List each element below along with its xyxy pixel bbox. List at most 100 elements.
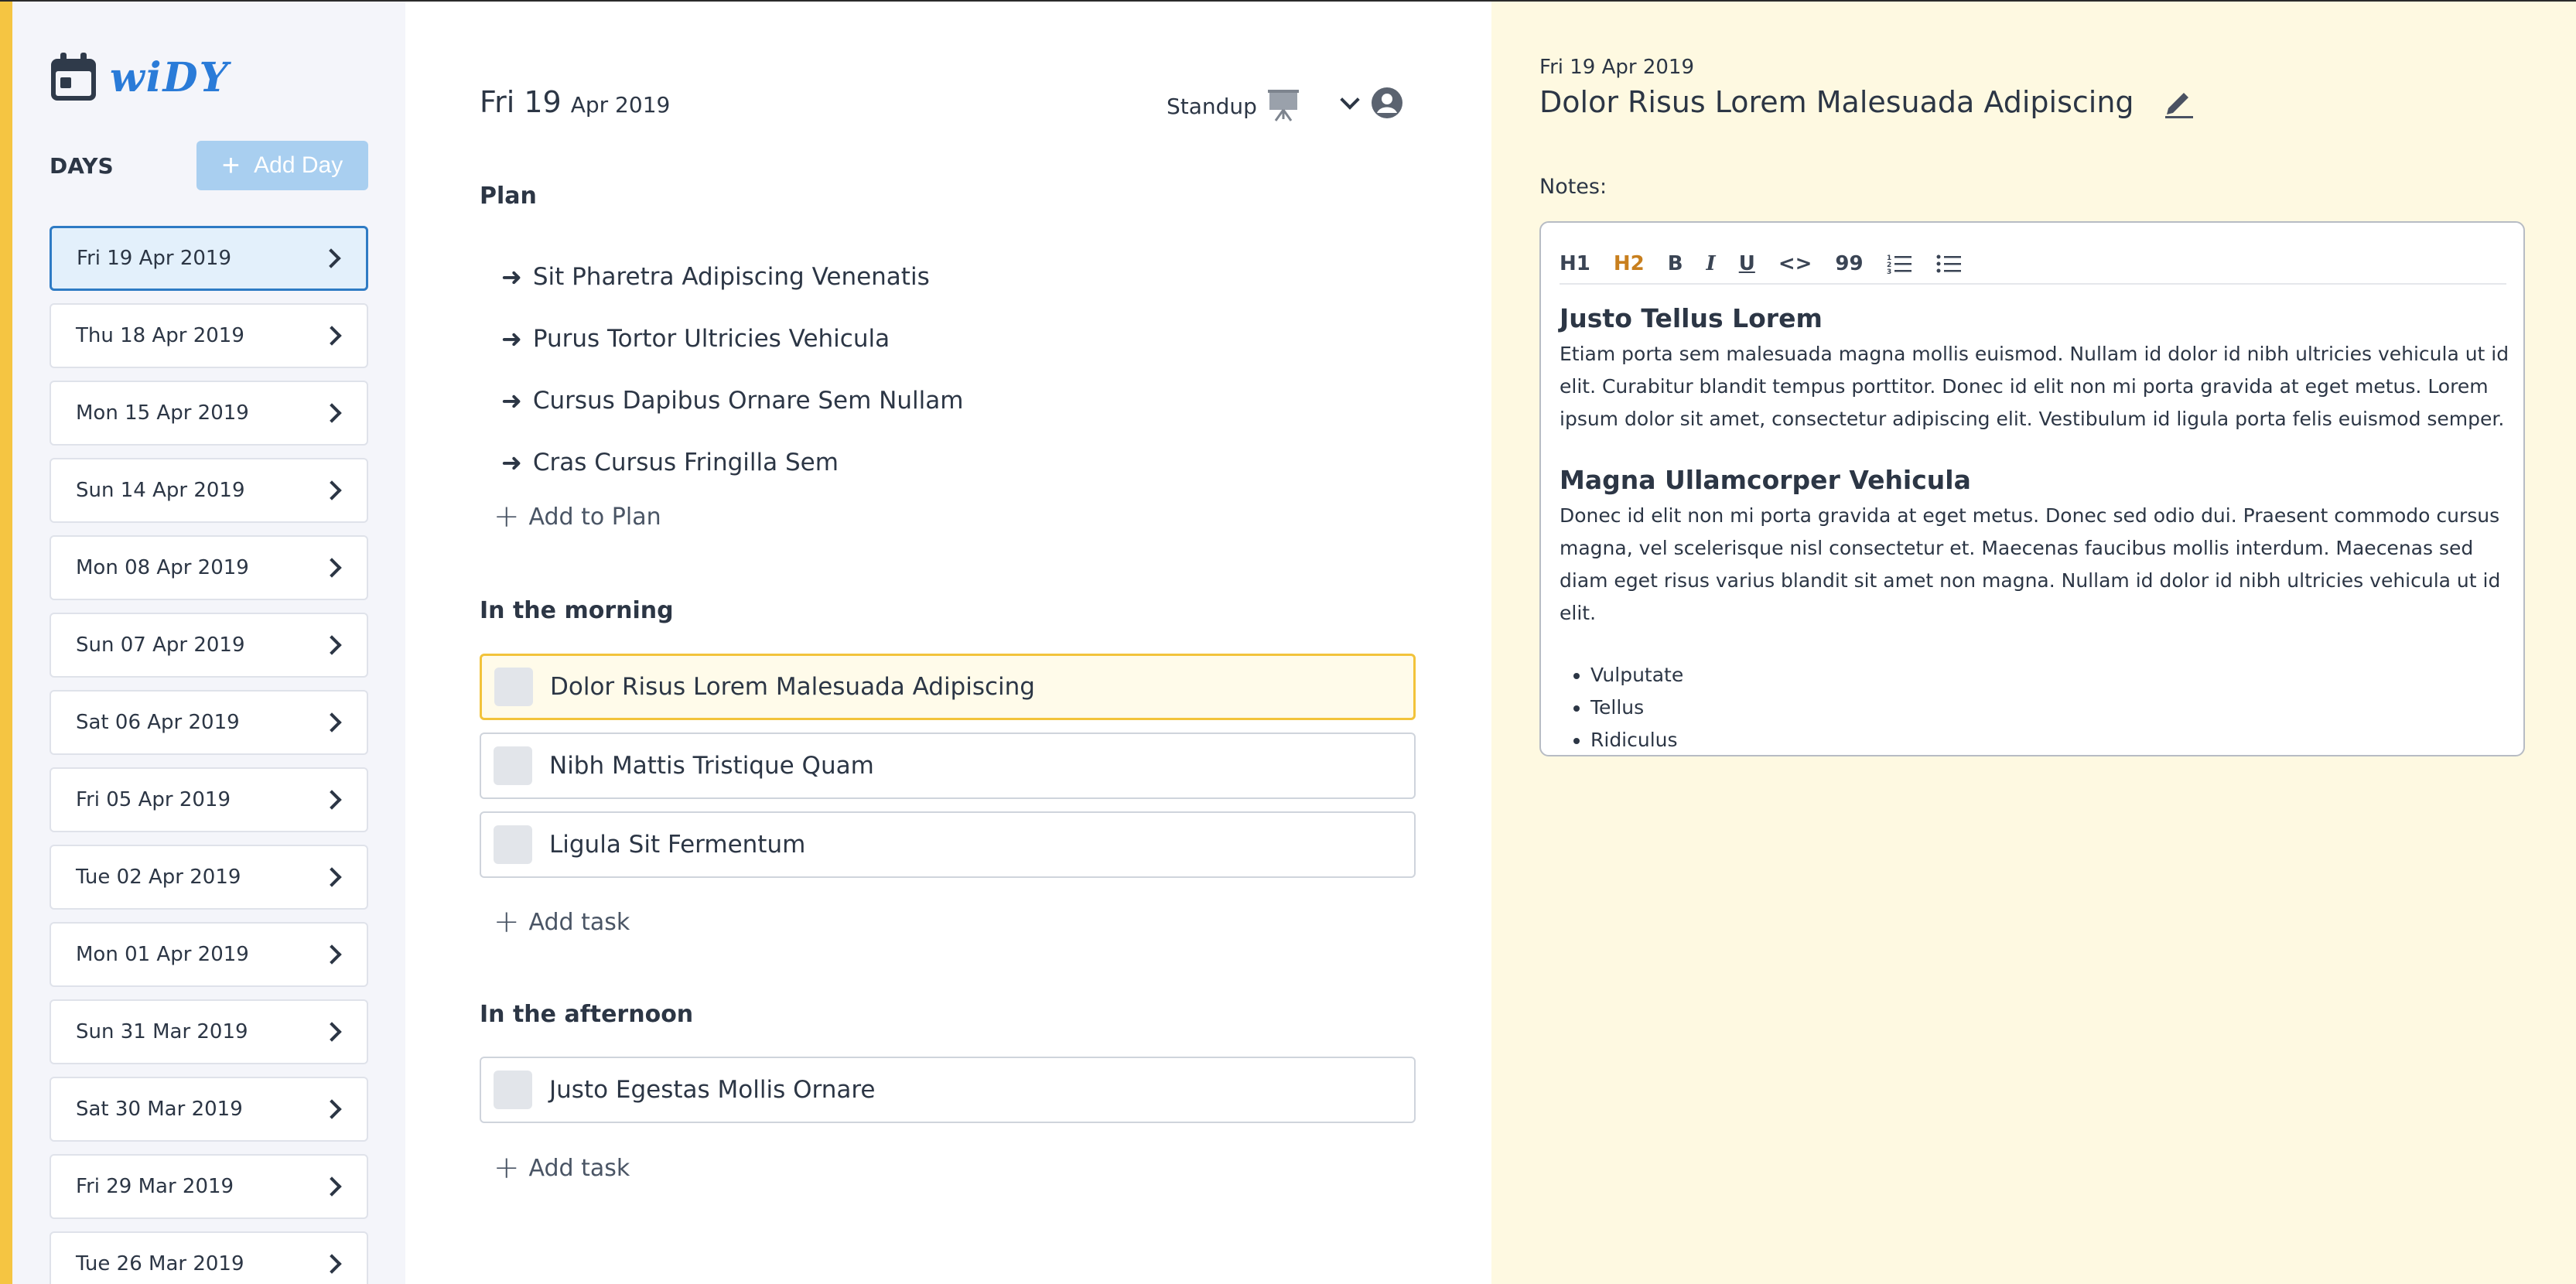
day-list-item[interactable]: Tue 26 Mar 2019 <box>50 1231 368 1284</box>
heading1-button[interactable]: H1 <box>1560 252 1590 275</box>
add-to-plan-label: Add to Plan <box>528 503 661 531</box>
day-list-item-label: Sat 30 Mar 2019 <box>76 1098 243 1121</box>
plus-icon: + <box>494 904 520 940</box>
day-list-item[interactable]: Mon 15 Apr 2019 <box>50 381 368 446</box>
arrow-right-icon: ➜ <box>501 448 522 477</box>
task-checkbox[interactable] <box>494 825 532 864</box>
sidebar: wiDY DAYS + Add Day Fri 19 Apr 2019 Thu 1… <box>12 0 405 1284</box>
day-title-sub: Apr 2019 <box>570 92 671 118</box>
notes-editor[interactable]: H1 H2 B I U <> 99 1 2 3 Justo Tellus Lor… <box>1539 221 2525 756</box>
day-list-item[interactable]: Sat 30 Mar 2019 <box>50 1077 368 1142</box>
day-list-item-label: Sun 14 Apr 2019 <box>76 479 245 502</box>
chevron-right-icon <box>322 867 342 887</box>
add-afternoon-task-button[interactable]: + Add task <box>494 1153 630 1183</box>
day-list-item[interactable]: Mon 08 Apr 2019 <box>50 535 368 600</box>
plan-item-label: Sit Pharetra Adipiscing Venenatis <box>532 263 930 291</box>
accent-stripe <box>0 0 12 1284</box>
task-label: Dolor Risus Lorem Malesuada Adipiscing <box>550 673 1035 701</box>
task-item[interactable]: Justo Egestas Mollis Ornare <box>480 1057 1416 1123</box>
editor-toolbar: H1 H2 B I U <> 99 1 2 3 <box>1560 244 2506 285</box>
notes-bullet-item: Tellus <box>1590 692 2511 724</box>
chevron-right-icon <box>322 1176 342 1197</box>
day-list-item[interactable]: Fri 29 Mar 2019 <box>50 1154 368 1219</box>
plan-heading: Plan <box>480 183 537 210</box>
notes-bullet-item: Ridiculus <box>1590 724 2511 756</box>
underline-button[interactable]: U <box>1739 252 1755 275</box>
day-list-item[interactable]: Tue 02 Apr 2019 <box>50 845 368 910</box>
plan-item[interactable]: ➜ Sit Pharetra Adipiscing Venenatis <box>501 246 963 308</box>
heading2-button[interactable]: H2 <box>1614 252 1645 275</box>
day-list-item-label: Fri 05 Apr 2019 <box>76 788 231 811</box>
plan-item[interactable]: ➜ Cras Cursus Fringilla Sem <box>501 432 963 493</box>
day-list-item[interactable]: Sun 31 Mar 2019 <box>50 999 368 1064</box>
task-item[interactable]: Ligula Sit Fermentum <box>480 811 1416 878</box>
plan-item-label: Cursus Dapibus Ornare Sem Nullam <box>532 387 964 415</box>
notes-heading-2: Magna Ullamcorper Vehicula <box>1560 465 1971 495</box>
task-checkbox[interactable] <box>494 668 533 706</box>
plan-item[interactable]: ➜ Cursus Dapibus Ornare Sem Nullam <box>501 370 963 432</box>
notes-paragraph-1: Etiam porta sem malesuada magna mollis e… <box>1560 343 2509 430</box>
ordered-list-button[interactable]: 1 2 3 <box>1887 253 1913 275</box>
plan-item-label: Cras Cursus Fringilla Sem <box>532 449 839 476</box>
plan-item[interactable]: ➜ Purus Tortor Ultricies Vehicula <box>501 308 963 370</box>
plus-icon: + <box>494 499 520 534</box>
day-list-item[interactable]: Sun 14 Apr 2019 <box>50 458 368 523</box>
ordered-list-icon: 1 2 3 <box>1887 254 1912 275</box>
add-morning-task-button[interactable]: + Add task <box>494 907 630 937</box>
add-task-label: Add task <box>528 908 630 936</box>
task-label: Ligula Sit Fermentum <box>549 831 806 859</box>
task-detail-panel: Fri 19 Apr 2019 Dolor Risus Lorem Malesu… <box>1491 0 2576 1284</box>
day-title: Fri 19 Apr 2019 <box>480 85 670 119</box>
chevron-right-icon <box>322 403 342 423</box>
arrow-right-icon: ➜ <box>501 324 522 353</box>
day-list-item[interactable]: Thu 18 Apr 2019 <box>50 303 368 368</box>
notes-bullet-item: Vulputate <box>1590 659 2511 692</box>
day-list-item-label: Tue 02 Apr 2019 <box>76 866 241 889</box>
plus-icon: + <box>221 149 241 183</box>
blockquote-button[interactable]: 99 <box>1835 252 1863 275</box>
day-list-item[interactable]: Fri 19 Apr 2019 <box>50 226 368 291</box>
bullet-list-button[interactable] <box>1936 253 1963 275</box>
notes-paragraph-2: Donec id elit non mi porta gravida at eg… <box>1560 504 2501 624</box>
chevron-right-icon <box>321 248 341 268</box>
arrow-right-icon: ➜ <box>501 262 522 292</box>
day-list-item[interactable]: Sat 06 Apr 2019 <box>50 690 368 755</box>
add-to-plan-button[interactable]: + Add to Plan <box>494 501 661 532</box>
notes-label: Notes: <box>1539 175 1607 199</box>
chevron-right-icon <box>322 326 342 346</box>
notes-bullet-list: Vulputate Tellus Ridiculus <box>1590 659 2511 756</box>
task-item[interactable]: Dolor Risus Lorem Malesuada Adipiscing <box>480 654 1416 720</box>
day-list-item-label: Sun 31 Mar 2019 <box>76 1020 248 1043</box>
user-avatar-icon[interactable] <box>1371 87 1403 119</box>
add-task-label: Add task <box>528 1154 630 1182</box>
presentation-icon <box>1267 90 1299 121</box>
app-logo[interactable]: wiDY <box>50 53 230 102</box>
chevron-right-icon <box>322 1254 342 1274</box>
day-list-item-label: Mon 15 Apr 2019 <box>76 401 249 425</box>
add-day-button[interactable]: + Add Day <box>196 141 368 190</box>
day-list-item-label: Sun 07 Apr 2019 <box>76 633 245 657</box>
detail-title-row: Dolor Risus Lorem Malesuada Adipiscing <box>1539 85 2196 119</box>
chevron-right-icon <box>322 635 342 655</box>
task-checkbox[interactable] <box>494 1071 532 1109</box>
chevron-down-icon[interactable] <box>1340 90 1360 110</box>
edit-pencil-icon[interactable] <box>2162 85 2196 119</box>
task-item[interactable]: Nibh Mattis Tristique Quam <box>480 732 1416 799</box>
day-list-item[interactable]: Mon 01 Apr 2019 <box>50 922 368 987</box>
chevron-right-icon <box>322 1099 342 1119</box>
task-checkbox[interactable] <box>494 746 532 785</box>
bold-button[interactable]: B <box>1668 252 1683 275</box>
day-list-item-label: Tue 26 Mar 2019 <box>76 1252 244 1275</box>
day-list-item[interactable]: Sun 07 Apr 2019 <box>50 613 368 678</box>
plan-list: ➜ Sit Pharetra Adipiscing Venenatis ➜ Purus… <box>501 246 963 493</box>
day-list-item[interactable]: Fri 05 Apr 2019 <box>50 767 368 832</box>
standup-button[interactable]: Standup <box>1167 90 1299 122</box>
morning-heading: In the morning <box>480 597 674 624</box>
italic-button[interactable]: I <box>1707 252 1716 275</box>
notes-content[interactable]: Justo Tellus Lorem Etiam porta sem males… <box>1560 303 2511 756</box>
notes-heading-1: Justo Tellus Lorem <box>1560 303 1823 333</box>
day-list: Fri 19 Apr 2019 Thu 18 Apr 2019 Mon 15 Apr… <box>50 226 368 1284</box>
code-button[interactable]: <> <box>1778 252 1812 275</box>
task-label: Justo Egestas Mollis Ornare <box>549 1076 876 1104</box>
plan-item-label: Purus Tortor Ultricies Vehicula <box>532 325 890 353</box>
